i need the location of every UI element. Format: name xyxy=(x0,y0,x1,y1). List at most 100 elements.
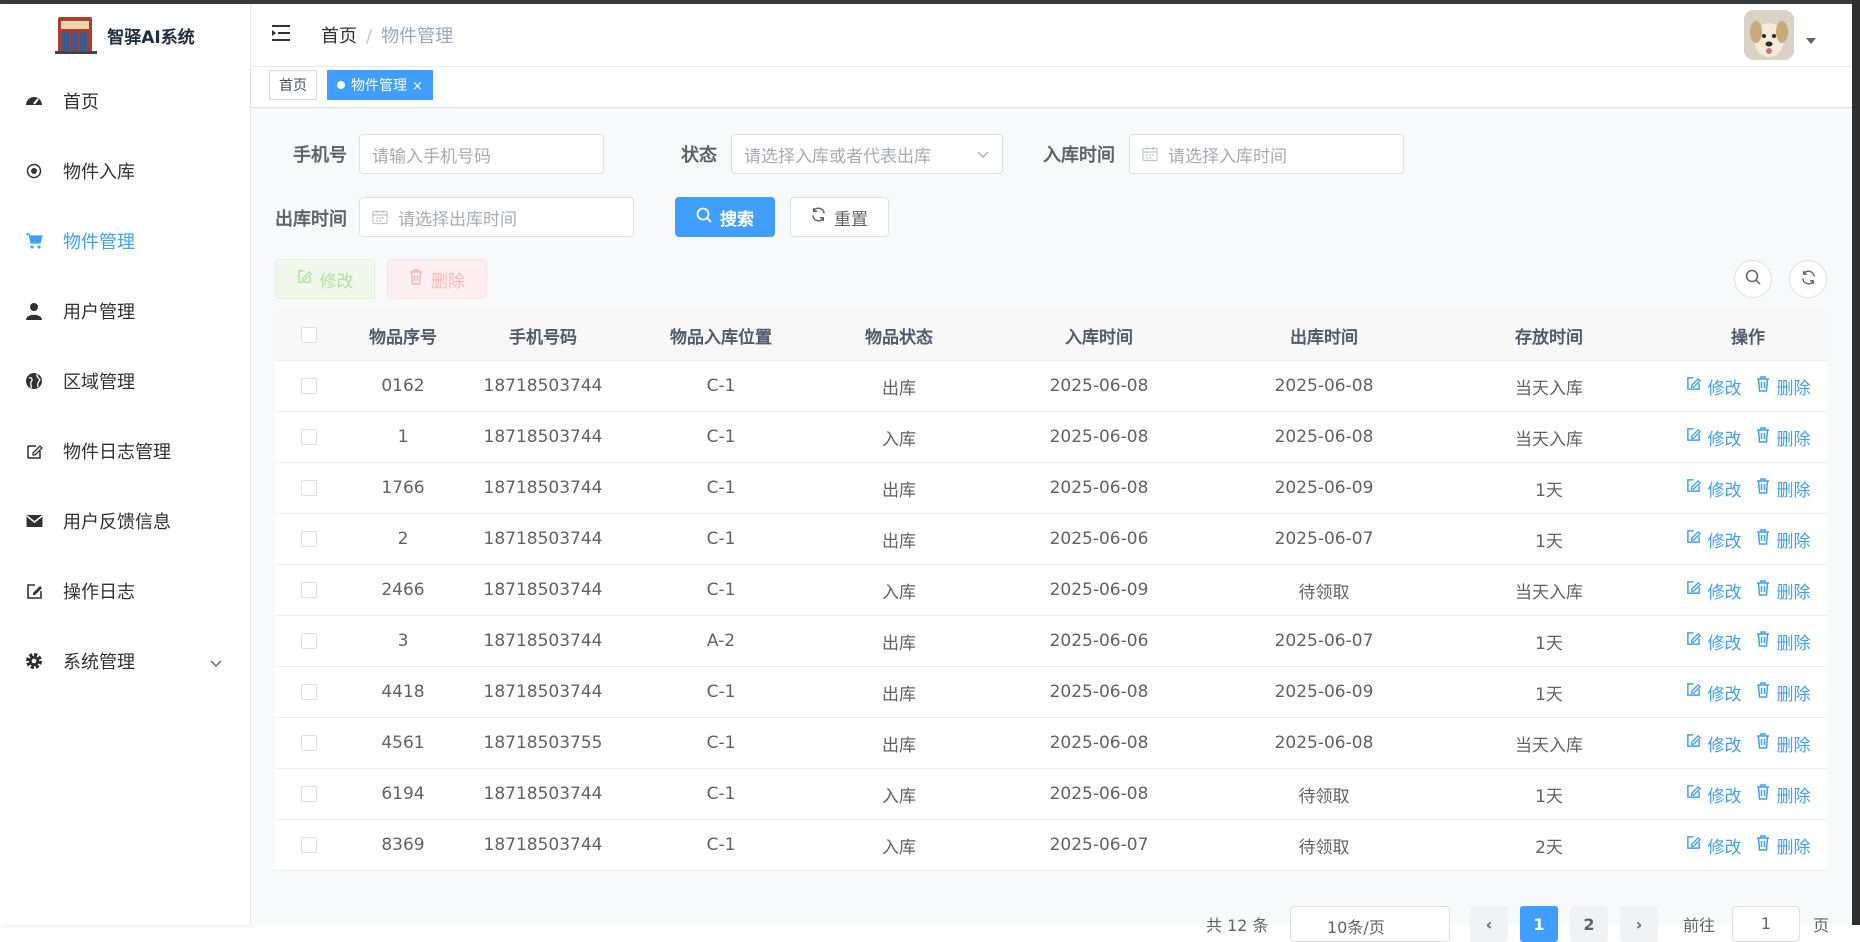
row-edit-button[interactable]: 修改 xyxy=(1686,527,1742,552)
table-row[interactable]: 2466 18718503744 C-1 入库 2025-06-09 待领取 当天入库 修改 删… xyxy=(275,565,1827,616)
row-checkbox[interactable] xyxy=(301,684,317,700)
batch-delete-button[interactable]: 删除 xyxy=(387,259,487,299)
table-row[interactable]: 0162 18718503744 C-1 出库 2025-06-08 2025-06-08… xyxy=(275,361,1827,412)
page-size-select[interactable]: 10条/页 xyxy=(1290,906,1450,942)
status-cell: 出库 xyxy=(882,633,916,654)
table-row[interactable]: 3 18718503744 A-2 出库 2025-06-06 2025-06-07 1天 修… xyxy=(275,616,1827,667)
prev-page-button[interactable]: ‹ xyxy=(1470,906,1508,942)
sidebar-item-area-management[interactable]: 区域管理 xyxy=(0,346,250,416)
sidebar-item-label: 系统管理 xyxy=(63,652,135,673)
hamburger-icon[interactable] xyxy=(271,23,291,48)
row-edit-button[interactable]: 修改 xyxy=(1686,731,1742,756)
trash-icon xyxy=(1756,426,1770,448)
goto-page-input[interactable]: 1 xyxy=(1732,906,1800,942)
in-time-cell: 2025-06-07 xyxy=(1049,835,1149,855)
row-checkbox[interactable] xyxy=(301,837,317,853)
header-cell: 物品入库位置 xyxy=(670,327,772,348)
table-row[interactable]: 1766 18718503744 C-1 出库 2025-06-08 2025-06-09… xyxy=(275,463,1827,514)
phone-cell: 18718503744 xyxy=(483,478,603,498)
row-edit-button[interactable]: 修改 xyxy=(1686,425,1742,450)
sidebar-item-operation-log[interactable]: 操作日志 xyxy=(0,556,250,626)
row-delete-button[interactable]: 删除 xyxy=(1756,629,1811,654)
sidebar-item-label: 物件管理 xyxy=(63,232,135,253)
row-edit-button[interactable]: 修改 xyxy=(1686,578,1742,603)
row-checkbox[interactable] xyxy=(301,786,317,802)
breadcrumb-home[interactable]: 首页 xyxy=(321,26,357,47)
row-delete-button[interactable]: 删除 xyxy=(1756,578,1811,603)
header-cell: 操作 xyxy=(1731,327,1765,348)
row-checkbox[interactable] xyxy=(301,531,317,547)
chevron-right-icon: › xyxy=(1635,914,1643,934)
toggle-search-button[interactable] xyxy=(1734,260,1772,298)
phone-input[interactable]: 请输入手机号码 xyxy=(359,134,604,174)
page-2-button[interactable]: 2 xyxy=(1570,906,1608,942)
sidebar-item-home[interactable]: 首页 xyxy=(0,66,250,136)
row-checkbox[interactable] xyxy=(301,378,317,394)
row-edit-button[interactable]: 修改 xyxy=(1686,629,1742,654)
row-delete-button[interactable]: 删除 xyxy=(1756,425,1811,450)
batch-edit-label: 修改 xyxy=(319,271,354,292)
duration-cell: 当天入库 xyxy=(1515,735,1583,756)
caret-down-icon[interactable] xyxy=(1806,38,1816,44)
table-row[interactable]: 2 18718503744 C-1 出库 2025-06-06 2025-06-07 1天 修… xyxy=(275,514,1827,565)
table-row[interactable]: 1 18718503744 C-1 入库 2025-06-08 2025-06-08 当天入… xyxy=(275,412,1827,463)
row-edit-button[interactable]: 修改 xyxy=(1686,374,1742,399)
tab-label: 物件管理 xyxy=(351,78,407,94)
row-edit-button[interactable]: 修改 xyxy=(1686,680,1742,705)
item-id-cell: 2 xyxy=(397,529,409,549)
row-select-cell xyxy=(275,529,343,549)
row-edit-button[interactable]: 修改 xyxy=(1686,476,1742,501)
item-id-cell: 4561 xyxy=(381,733,425,753)
table-row[interactable]: 8369 18718503744 C-1 入库 2025-06-07 待领取 2天 修改 删除 xyxy=(275,820,1827,871)
table-row[interactable]: 6194 18718503744 C-1 入库 2025-06-08 待领取 1天 修改 删除 xyxy=(275,769,1827,820)
table-row[interactable]: 4561 18718503755 C-1 出库 2025-06-08 2025-06-08… xyxy=(275,718,1827,769)
out-time-placeholder: 请选择出库时间 xyxy=(398,209,517,230)
row-checkbox[interactable] xyxy=(301,480,317,496)
refresh-table-button[interactable] xyxy=(1789,260,1827,298)
row-checkbox[interactable] xyxy=(301,735,317,751)
row-checkbox[interactable] xyxy=(301,429,317,445)
edit-icon xyxy=(1686,478,1701,498)
in-time-cell: 2025-06-08 xyxy=(1049,784,1149,804)
sidebar-item-storage-in[interactable]: 物件入库 xyxy=(0,136,250,206)
sidebar-item-item-management[interactable]: 物件管理 xyxy=(0,206,250,276)
row-checkbox[interactable] xyxy=(301,633,317,649)
reset-button[interactable]: 重置 xyxy=(790,197,889,237)
actions-cell: 修改 删除 xyxy=(1669,629,1827,654)
phone-cell: 18718503744 xyxy=(483,784,603,804)
row-delete-button[interactable]: 删除 xyxy=(1756,476,1811,501)
out-time-picker[interactable]: 请选择出库时间 xyxy=(359,197,634,237)
table-row[interactable]: 4418 18718503744 C-1 出库 2025-06-08 2025-06-09… xyxy=(275,667,1827,718)
tab-item-management[interactable]: 物件管理 × xyxy=(327,70,433,100)
batch-edit-button[interactable]: 修改 xyxy=(275,259,375,299)
sidebar-item-item-log[interactable]: 物件日志管理 xyxy=(0,416,250,486)
status-placeholder: 请选择入库或者代表出库 xyxy=(744,146,931,167)
row-delete-button[interactable]: 删除 xyxy=(1756,527,1811,552)
close-icon[interactable]: × xyxy=(412,79,423,94)
status-select[interactable]: 请选择入库或者代表出库 xyxy=(731,134,1003,174)
row-delete-button[interactable]: 删除 xyxy=(1756,680,1811,705)
row-checkbox[interactable] xyxy=(301,582,317,598)
sidebar-item-feedback[interactable]: 用户反馈信息 xyxy=(0,486,250,556)
page-1-button[interactable]: 1 xyxy=(1520,906,1558,942)
duration-cell: 1天 xyxy=(1535,633,1563,654)
row-edit-button[interactable]: 修改 xyxy=(1686,782,1742,807)
tab-home[interactable]: 首页 xyxy=(269,70,317,100)
avatar[interactable] xyxy=(1744,10,1794,60)
row-delete-button[interactable]: 删除 xyxy=(1756,833,1811,858)
search-button[interactable]: 搜索 xyxy=(675,197,775,237)
row-delete-button[interactable]: 删除 xyxy=(1756,731,1811,756)
row-delete-button[interactable]: 删除 xyxy=(1756,782,1811,807)
row-select-cell xyxy=(275,478,343,498)
pagination: 共 12 条 10条/页 ‹ 1 2 › 前往 1 页 xyxy=(251,906,1852,942)
select-all-checkbox[interactable] xyxy=(301,327,317,343)
duration-cell: 2天 xyxy=(1535,837,1563,858)
row-edit-button[interactable]: 修改 xyxy=(1686,833,1742,858)
in-time-cell: 2025-06-06 xyxy=(1049,631,1149,651)
in-time-picker[interactable]: 请选择入库时间 xyxy=(1129,134,1404,174)
row-select-cell xyxy=(275,376,343,396)
sidebar-item-user-management[interactable]: 用户管理 xyxy=(0,276,250,346)
row-delete-button[interactable]: 删除 xyxy=(1756,374,1811,399)
next-page-button[interactable]: › xyxy=(1620,906,1658,942)
sidebar-item-system-management[interactable]: 系统管理 xyxy=(0,626,250,696)
